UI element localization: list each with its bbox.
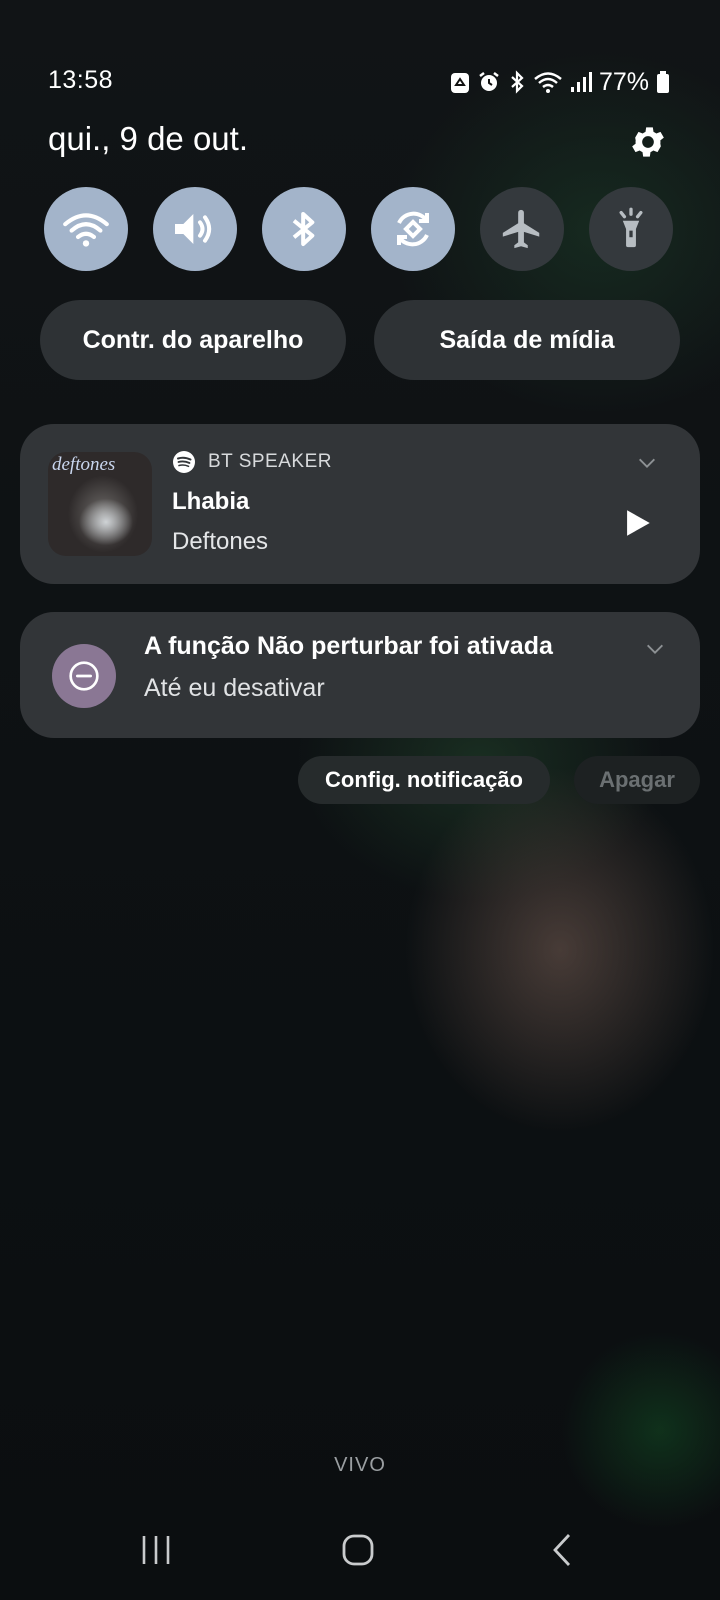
date-label: qui., 9 de out. [48, 120, 248, 157]
back-icon [553, 1534, 571, 1566]
bluetooth-icon [292, 212, 315, 246]
toggle-airplane[interactable] [480, 187, 564, 271]
recycle-icon [450, 73, 469, 93]
carrier-label: VIVO [334, 1454, 386, 1476]
media-source-row: BT SPEAKER [172, 450, 332, 474]
recent-apps-button[interactable] [126, 1520, 186, 1580]
dnd-icon-wrap [52, 644, 116, 708]
volume-icon [175, 214, 212, 244]
back-button[interactable] [532, 1520, 592, 1580]
track-artist: Deftones [172, 528, 269, 555]
toggle-sound[interactable] [153, 187, 237, 271]
media-expand-button[interactable] [636, 452, 658, 479]
dnd-notification-card[interactable]: A função Não perturbar foi ativada Até e… [20, 612, 700, 738]
chevron-down-icon [639, 458, 655, 468]
signal-icon [570, 72, 592, 92]
status-time: 13:58 [48, 66, 114, 94]
output-device-label: BT SPEAKER [208, 451, 332, 472]
spotify-icon [173, 451, 195, 473]
toggle-wifi[interactable] [44, 187, 128, 271]
toggle-flashlight[interactable] [589, 187, 673, 271]
recents-icon [142, 1536, 170, 1564]
chevron-down-icon [647, 644, 663, 654]
dnd-subtitle: Até eu desativar [144, 674, 325, 702]
battery-percent: 77% [598, 67, 649, 96]
track-title: Lhabia [172, 488, 250, 515]
home-icon [342, 1534, 374, 1566]
clear-button[interactable]: Apagar [574, 756, 700, 804]
media-output-button[interactable]: Saída de mídia [374, 300, 680, 380]
settings-button[interactable] [628, 122, 668, 162]
toggle-bluetooth[interactable] [262, 187, 346, 271]
do-not-disturb-icon [69, 661, 99, 691]
battery-icon [657, 71, 669, 93]
flashlight-icon [619, 207, 643, 248]
dnd-title: A função Não perturbar foi ativada [144, 632, 553, 660]
album-art: deftones [48, 452, 152, 556]
album-art-text: deftones [52, 454, 116, 475]
dnd-expand-button[interactable] [644, 638, 666, 665]
rotate-icon [397, 211, 429, 247]
status-icons: 77% [450, 66, 670, 98]
bluetooth-icon [511, 70, 524, 94]
home-button[interactable] [328, 1520, 388, 1580]
wifi-icon [534, 72, 562, 93]
play-icon [627, 510, 650, 536]
alarm-icon [479, 72, 499, 91]
notification-settings-button[interactable]: Config. notificação [298, 756, 550, 804]
media-player-card[interactable]: deftones BT SPEAKER Lhabia Deftones [20, 424, 700, 584]
device-control-button[interactable]: Contr. do aparelho [40, 300, 346, 380]
toggle-auto-rotate[interactable] [371, 187, 455, 271]
wifi-icon [63, 213, 109, 247]
airplane-icon [502, 209, 540, 249]
gear-icon [632, 127, 664, 157]
play-button[interactable] [620, 506, 654, 540]
